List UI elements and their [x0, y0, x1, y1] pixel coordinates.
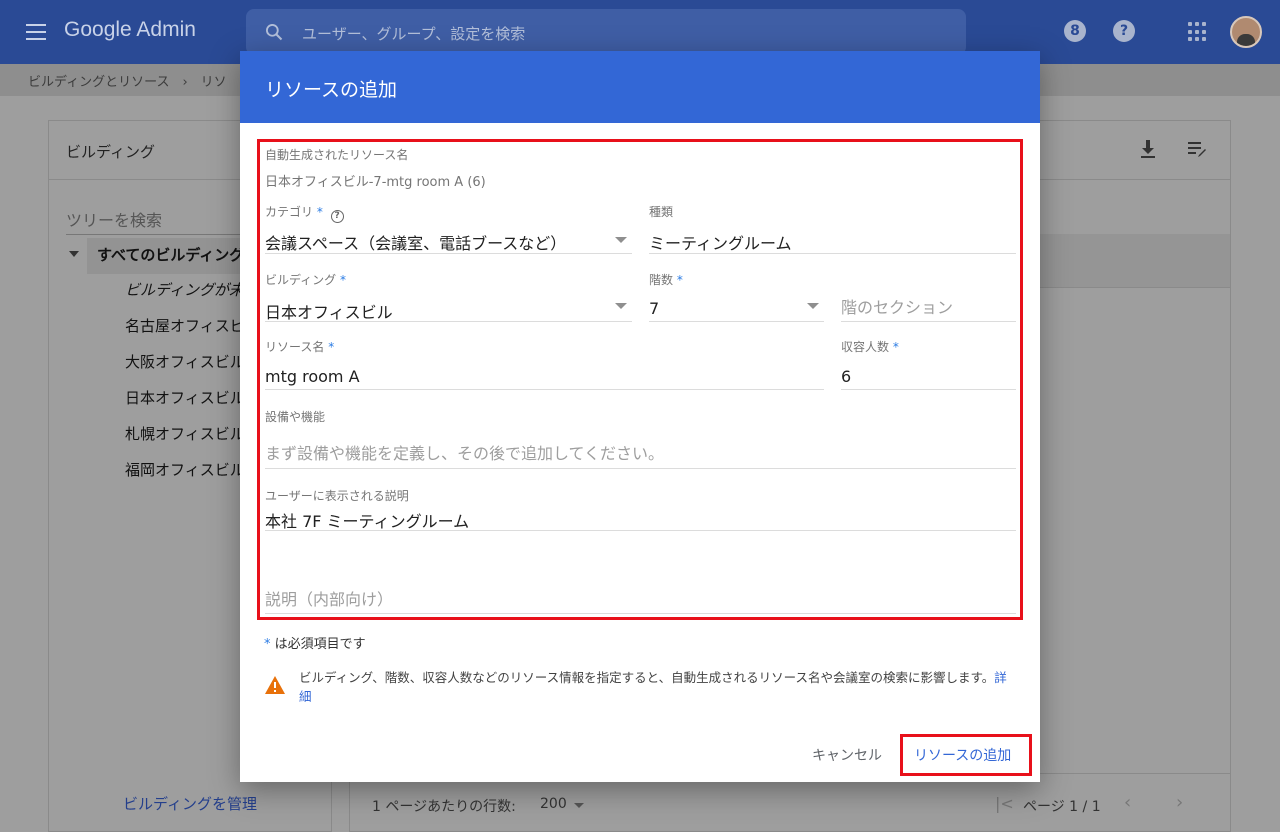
- tree-item[interactable]: 大阪オフィスビル: [125, 351, 245, 372]
- internal-description-underline: [265, 613, 1016, 614]
- capacity-label-text: 収容人数: [841, 340, 890, 354]
- features-underline: [265, 468, 1016, 469]
- download-icon[interactable]: [1140, 139, 1156, 159]
- tree-root-label[interactable]: すべてのビルディング: [97, 244, 244, 265]
- floor-underline: [649, 321, 824, 322]
- rows-per-page-select[interactable]: 200: [540, 796, 567, 812]
- tree-search-input[interactable]: ツリーを検索: [66, 207, 246, 235]
- user-description-label: ユーザーに表示される説明: [265, 489, 409, 503]
- required-mark: *: [892, 340, 899, 354]
- user-description-underline: [265, 530, 1016, 531]
- column-filter-icon[interactable]: [1188, 141, 1206, 157]
- required-mark: *: [328, 340, 335, 354]
- building-select[interactable]: 日本オフィスビル: [265, 299, 393, 323]
- add-resource-dialog: リソースの追加 自動生成されたリソース名 日本オフィスビル-7-mtg room…: [240, 51, 1040, 782]
- expand-caret-icon[interactable]: [69, 251, 79, 257]
- support-icon[interactable]: 8: [1064, 20, 1086, 42]
- required-mark: *: [676, 273, 683, 287]
- required-mark: *: [340, 273, 346, 287]
- tree-item[interactable]: 名古屋オフィスビ: [125, 315, 245, 336]
- help-circle-icon[interactable]: ?: [330, 210, 344, 223]
- resource-name-input[interactable]: mtg room A: [265, 367, 360, 386]
- resource-name-underline: [265, 389, 824, 390]
- capacity-underline: [841, 389, 1016, 390]
- hamburger-menu-icon[interactable]: [26, 24, 46, 40]
- warning-icon: [265, 676, 285, 694]
- building-label-text: ビルディング: [265, 273, 337, 287]
- tree-item[interactable]: 福岡オフィスビル: [125, 459, 245, 480]
- floor-section-input[interactable]: 階のセクション: [841, 294, 953, 318]
- search-placeholder: ユーザー、グループ、設定を検索: [302, 25, 526, 43]
- category-select[interactable]: 会議スペース（会議室、電話ブースなど）: [265, 230, 566, 254]
- chevron-down-icon[interactable]: [615, 303, 627, 309]
- category-label: カテゴリ * ?: [265, 203, 344, 223]
- tree-item[interactable]: ビルディングが未: [125, 279, 244, 300]
- floor-select[interactable]: 7: [649, 299, 659, 318]
- floor-section-underline: [841, 321, 1016, 322]
- category-label-text: カテゴリ: [265, 205, 314, 219]
- account-avatar[interactable]: [1230, 16, 1262, 48]
- tree-item[interactable]: 札幌オフィスビル: [125, 423, 245, 444]
- auto-name-value: 日本オフィスビル-7-mtg room A (6): [265, 175, 486, 190]
- breadcrumb[interactable]: ビルディングとリソース › リソ: [28, 71, 227, 90]
- form-highlight-box: [257, 139, 1023, 620]
- required-note-text: は必須項目です: [270, 637, 366, 652]
- type-underline: [649, 253, 1016, 254]
- required-mark: *: [316, 205, 323, 219]
- required-note: * は必須項目です: [264, 633, 366, 652]
- add-resource-button[interactable]: リソースの追加: [914, 745, 1011, 765]
- resource-name-label: リソース名 *: [265, 338, 334, 355]
- type-label: 種類: [649, 205, 674, 219]
- rows-per-page-label: 1 ページあたりの行数:: [372, 799, 516, 815]
- dialog-title: リソースの追加: [265, 79, 398, 101]
- tree-item[interactable]: 日本オフィスビル: [125, 387, 245, 408]
- app-brand[interactable]: Google Admin: [64, 18, 196, 42]
- floor-label: 階数 *: [649, 271, 683, 288]
- features-input[interactable]: まず設備や機能を定義し、その後で追加してください。: [265, 440, 664, 464]
- buildings-panel-title: ビルディング: [66, 143, 155, 161]
- building-label: ビルディング *: [265, 271, 346, 288]
- search-bar[interactable]: ユーザー、グループ、設定を検索: [246, 9, 966, 55]
- warning-text: ビルディング、階数、収容人数などのリソース情報を指定すると、自動生成されるリソー…: [299, 670, 995, 685]
- page-indicator: ページ 1 / 1: [1023, 799, 1101, 815]
- internal-description-input[interactable]: 説明（内部向け）: [265, 586, 393, 610]
- help-icon[interactable]: ?: [1113, 20, 1135, 42]
- search-icon: [266, 24, 283, 41]
- manage-buildings-link[interactable]: ビルディングを管理: [49, 793, 331, 814]
- category-underline: [265, 253, 632, 254]
- chevron-down-icon[interactable]: [807, 303, 819, 309]
- cancel-button[interactable]: キャンセル: [812, 745, 882, 765]
- capacity-input[interactable]: 6: [841, 367, 851, 386]
- chevron-down-icon[interactable]: [574, 803, 584, 808]
- auto-name-label: 自動生成されたリソース名: [265, 148, 409, 162]
- next-page-icon[interactable]: ›: [1176, 792, 1183, 813]
- apps-grid-icon[interactable]: [1188, 22, 1208, 42]
- first-page-icon[interactable]: |<: [995, 794, 1014, 813]
- resource-name-label-text: リソース名: [265, 340, 325, 354]
- type-field[interactable]: ミーティングルーム: [649, 230, 792, 254]
- user-description-input[interactable]: 本社 7F ミーティングルーム: [265, 508, 469, 532]
- capacity-label: 収容人数 *: [841, 338, 899, 355]
- chevron-down-icon[interactable]: [615, 237, 627, 243]
- warning-message: ビルディング、階数、収容人数などのリソース情報を指定すると、自動生成されるリソー…: [299, 668, 1009, 706]
- features-label: 設備や機能: [265, 410, 326, 424]
- floor-label-text: 階数: [649, 273, 674, 287]
- dialog-header: リソースの追加: [240, 51, 1040, 123]
- previous-page-icon[interactable]: ‹: [1124, 792, 1131, 813]
- building-underline: [265, 321, 632, 322]
